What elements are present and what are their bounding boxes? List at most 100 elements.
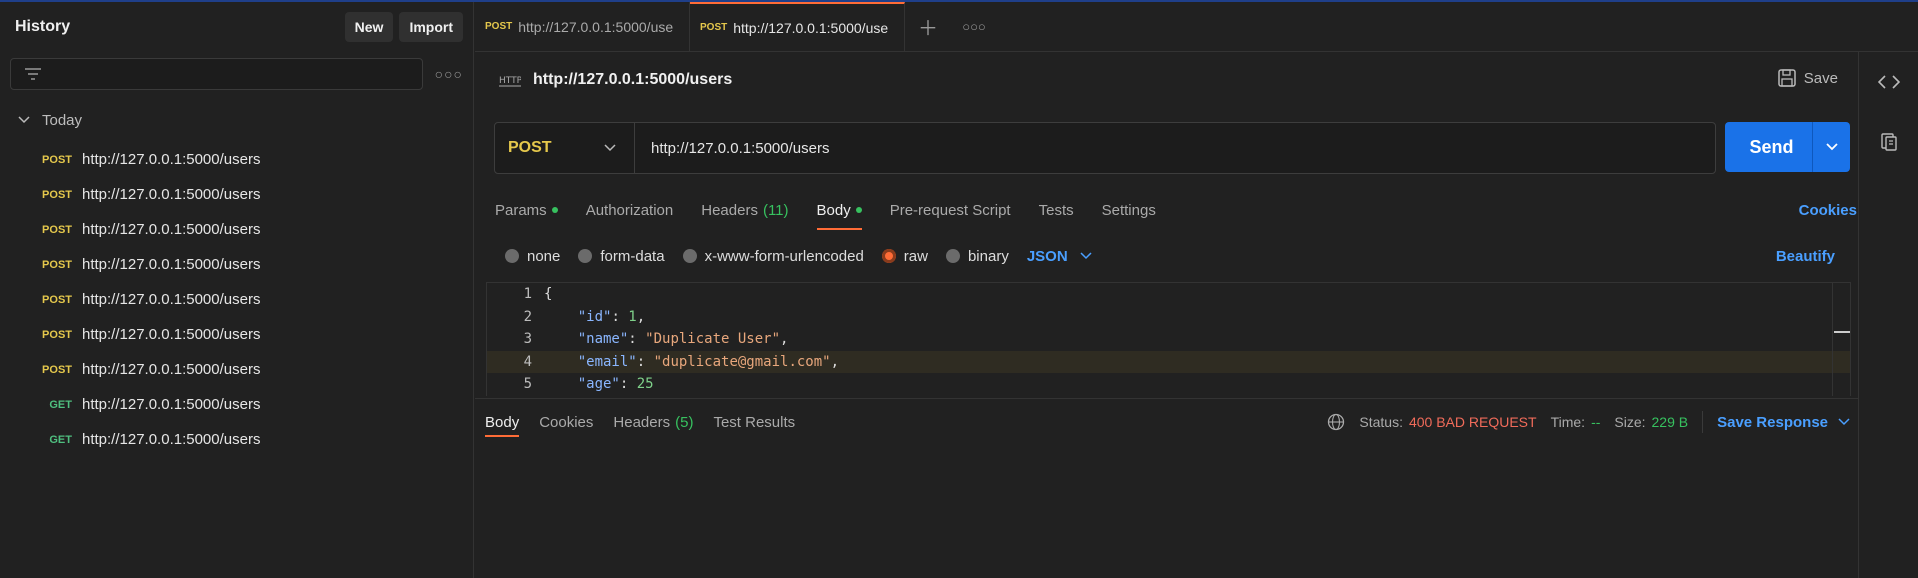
tab-settings[interactable]: Settings [1102, 190, 1156, 230]
cookies-link[interactable]: Cookies [1799, 202, 1857, 219]
line-number: 1 [523, 286, 532, 303]
tab-label: http://127.0.0.1:5000/use [518, 18, 674, 35]
radio-label: form-data [600, 247, 665, 265]
line-number: 3 [523, 331, 532, 348]
history-item[interactable]: GET http://127.0.0.1:5000/users [0, 422, 473, 457]
tab-headers[interactable]: Headers (11) [701, 190, 788, 230]
request-title: http://127.0.0.1:5000/users [533, 71, 733, 88]
history-group-today[interactable]: Today [0, 98, 473, 142]
radio-urlencoded[interactable]: x-www-form-urlencoded [682, 247, 864, 265]
new-tab-plus-icon[interactable]: ＋ [905, 2, 951, 51]
tab-more-icon[interactable]: ○○○ [951, 2, 997, 51]
chevron-down-icon [18, 116, 30, 124]
send-button[interactable]: Send [1725, 122, 1850, 172]
save-response-button[interactable]: Save Response [1717, 414, 1850, 431]
json-value: "duplicate@gmail.com" [653, 353, 831, 370]
tab-body[interactable]: Body [816, 190, 862, 230]
documentation-icon[interactable] [1859, 112, 1918, 172]
tab-prerequest-script[interactable]: Pre-request Script [890, 190, 1011, 230]
code-line: 1 { [487, 283, 1850, 306]
status-label: Status: [1359, 414, 1403, 430]
method-badge: POST [42, 328, 72, 341]
url-input[interactable]: http://127.0.0.1:5000/users [635, 140, 829, 157]
size-value[interactable]: 229 B [1652, 414, 1689, 430]
method-badge: POST [42, 293, 72, 306]
radio-circle [505, 249, 519, 263]
history-url: http://127.0.0.1:5000/users [82, 256, 261, 273]
import-button[interactable]: Import [399, 12, 463, 42]
save-response-label: Save Response [1717, 413, 1828, 431]
code-text: "name": "Duplicate User", [577, 331, 789, 348]
history-search-input[interactable] [10, 58, 423, 90]
history-url: http://127.0.0.1:5000/users [82, 326, 261, 343]
radio-form-data[interactable]: form-data [578, 247, 665, 265]
history-item[interactable]: POST http://127.0.0.1:5000/users [0, 317, 473, 352]
save-icon [1778, 69, 1796, 87]
code-text: { [544, 286, 553, 303]
code-editor[interactable]: 1 { 2 "id": 1, 3 "name": "Duplicate User… [486, 282, 1851, 396]
json-trail: , [830, 353, 840, 370]
time-label: Time: [1550, 414, 1586, 430]
status-dot [855, 207, 862, 213]
save-label: Save [1803, 69, 1838, 87]
history-item[interactable]: POST http://127.0.0.1:5000/users [0, 352, 473, 387]
request-panel: HTTP http://127.0.0.1:5000/users Save PO… [475, 52, 1858, 578]
radio-circle [682, 249, 697, 263]
response-tab-body[interactable]: Body [485, 399, 520, 445]
request-title-row: HTTP http://127.0.0.1:5000/users [475, 52, 1858, 108]
tab-headers-label: Headers [701, 201, 758, 219]
tab-authorization[interactable]: Authorization [586, 190, 674, 230]
history-item[interactable]: POST http://127.0.0.1:5000/users [0, 177, 473, 212]
request-tab-active[interactable]: POST http://127.0.0.1:5000/use [690, 2, 905, 51]
scroll-marker [1834, 331, 1850, 333]
save-button[interactable]: Save [1778, 69, 1838, 87]
request-tab[interactable]: POST http://127.0.0.1:5000/use [475, 2, 690, 51]
chevron-down-icon [1080, 252, 1092, 260]
method-value: POST [508, 139, 552, 156]
radio-label: x-www-form-urlencoded [704, 247, 864, 265]
method-select[interactable]: POST [495, 123, 635, 173]
tab-body-label: Body [816, 201, 851, 219]
code-line: 3 "name": "Duplicate User", [487, 328, 1850, 351]
history-sidebar: History New Import ○○○ Today POST http:/… [0, 2, 474, 578]
beautify-link[interactable]: Beautify [1776, 248, 1835, 265]
sidebar-search-row: ○○○ [0, 52, 473, 96]
status-dot [551, 207, 558, 213]
radio-raw[interactable]: raw [881, 247, 928, 265]
response-tab-cookies[interactable]: Cookies [539, 399, 593, 445]
radio-none[interactable]: none [505, 248, 560, 265]
history-url: http://127.0.0.1:5000/users [82, 221, 261, 238]
code-snippet-icon[interactable] [1859, 52, 1918, 112]
json-trail: , [780, 331, 789, 348]
history-item[interactable]: GET http://127.0.0.1:5000/users [0, 387, 473, 422]
tab-tests[interactable]: Tests [1039, 190, 1074, 230]
response-tab-test-results[interactable]: Test Results [713, 399, 795, 445]
globe-icon[interactable] [1327, 413, 1345, 431]
editor-scrollbar[interactable] [1832, 283, 1850, 396]
radio-circle [945, 249, 960, 263]
response-tab-headers[interactable]: Headers (5) [613, 399, 693, 445]
chevron-down-icon [1838, 418, 1850, 426]
tab-method: POST [700, 22, 728, 33]
sidebar-title: History [15, 18, 71, 35]
status-value[interactable]: 400 BAD REQUEST [1409, 414, 1537, 430]
code-line: 2 "id": 1, [487, 306, 1850, 329]
history-item[interactable]: POST http://127.0.0.1:5000/users [0, 142, 473, 177]
method-badge: POST [42, 258, 72, 271]
tab-params[interactable]: Params [495, 190, 558, 230]
new-button[interactable]: New [344, 12, 394, 42]
tab-params-label: Params [495, 201, 547, 219]
divider [1702, 411, 1704, 433]
filter-icon [25, 68, 41, 80]
radio-binary[interactable]: binary [945, 247, 1009, 265]
radio-label: binary [967, 247, 1009, 265]
format-select[interactable]: JSON [1027, 248, 1092, 265]
history-item[interactable]: POST http://127.0.0.1:5000/users [0, 247, 473, 282]
history-item[interactable]: POST http://127.0.0.1:5000/users [0, 282, 473, 317]
format-value: JSON [1026, 247, 1068, 265]
radio-label: raw [903, 247, 928, 265]
send-options-chevron-icon[interactable] [1812, 122, 1850, 172]
history-url: http://127.0.0.1:5000/users [82, 291, 261, 308]
history-item[interactable]: POST http://127.0.0.1:5000/users [0, 212, 473, 247]
more-options-icon[interactable]: ○○○ [435, 66, 463, 82]
